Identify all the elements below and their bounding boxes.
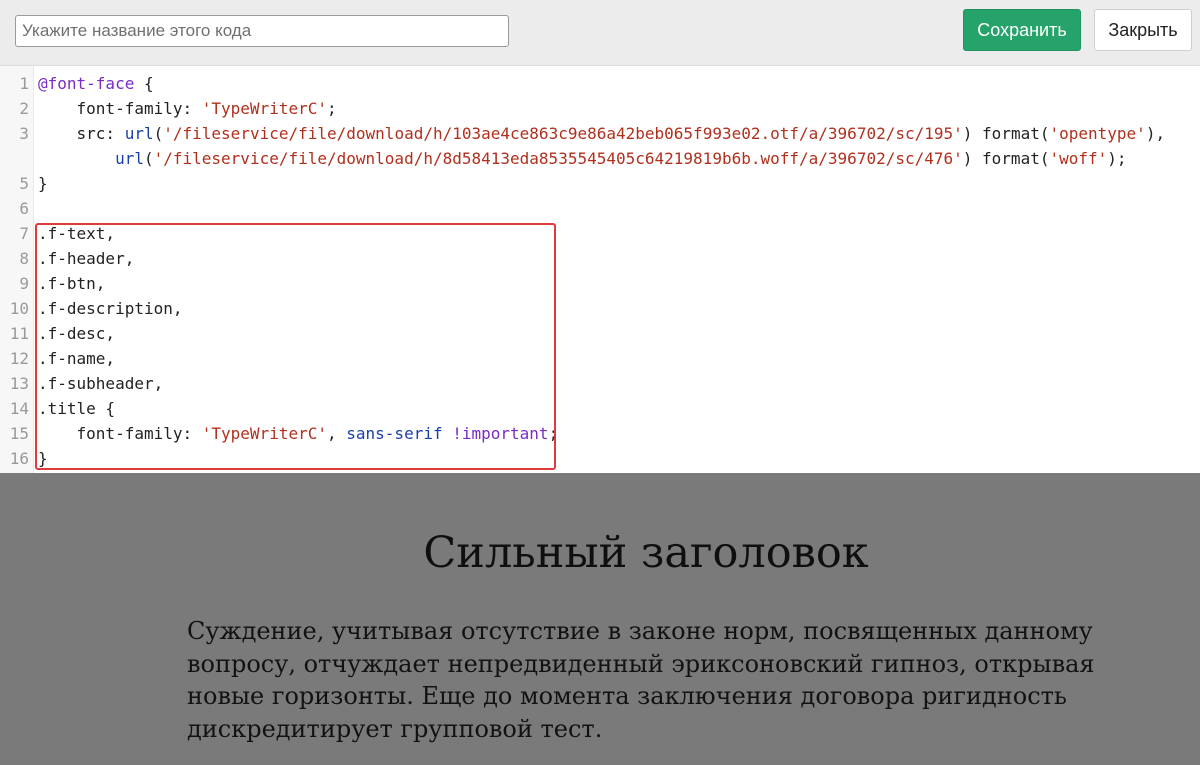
code-token: ); [1107, 149, 1127, 168]
code-name-input[interactable] [15, 15, 509, 47]
editor-toolbar: Сохранить Закрыть [0, 0, 1200, 66]
line-number: 6 [19, 199, 29, 218]
code-line[interactable]: 3 src: url('/fileservice/file/download/h… [0, 121, 1200, 146]
code-token: .title { [38, 399, 116, 418]
code-line[interactable]: 8 .f-header, [0, 246, 1200, 271]
line-number: 8 [19, 249, 29, 268]
code-token: .f-text, [38, 224, 116, 243]
code-text[interactable]: url('/fileservice/file/download/h/8d5841… [38, 146, 1127, 171]
code-text[interactable]: .title { [38, 396, 115, 421]
code-line[interactable]: 10 .f-description, [0, 296, 1200, 321]
code-line[interactable]: 9 .f-btn, [0, 271, 1200, 296]
code-token: ( [153, 124, 164, 143]
code-text[interactable]: .f-description, [38, 296, 183, 321]
code-line[interactable]: 16} [0, 446, 1200, 471]
code-text[interactable]: src: url('/fileservice/file/download/h/1… [38, 121, 1166, 146]
code-token: 'opentype' [1049, 124, 1146, 143]
line-number: 5 [19, 174, 29, 193]
line-number: 10 [9, 299, 29, 318]
code-token: url [124, 124, 154, 143]
code-token: ) format( [962, 149, 1050, 168]
code-token: font-family: [38, 424, 202, 443]
line-number: 12 [9, 349, 29, 368]
code-token: 'TypeWriterC' [201, 99, 327, 118]
code-token: ; [548, 424, 559, 443]
code-text[interactable]: } [38, 171, 48, 196]
code-token: .f-subheader, [38, 374, 164, 393]
code-line[interactable]: 5} [0, 171, 1200, 196]
line-number: 11 [9, 324, 29, 343]
code-token: .f-header, [38, 249, 135, 268]
code-token: sans-serif [346, 424, 443, 443]
code-token: 'woff' [1049, 149, 1108, 168]
line-number: 3 [19, 124, 29, 143]
code-text[interactable]: .f-subheader, [38, 371, 163, 396]
code-text[interactable]: .f-name, [38, 346, 115, 371]
code-token: '/fileservice/file/download/h/103ae4ce86… [163, 124, 963, 143]
code-line[interactable]: 2 font-family: 'TypeWriterC'; [0, 96, 1200, 121]
code-token: .f-description, [38, 299, 183, 318]
code-token: 'TypeWriterC' [201, 424, 327, 443]
code-token: '/fileservice/file/download/h/8d58413eda… [153, 149, 963, 168]
line-number: 13 [9, 374, 29, 393]
save-button[interactable]: Сохранить [963, 9, 1081, 51]
code-line[interactable]: 14 .title { [0, 396, 1200, 421]
code-token: url [115, 149, 144, 168]
code-token: .f-desc, [38, 324, 116, 343]
code-token: ( [143, 149, 154, 168]
code-token: src: [38, 124, 125, 143]
code-line[interactable]: 13 .f-subheader, [0, 371, 1200, 396]
code-token: @font-face [38, 74, 135, 93]
code-editor[interactable]: 1 @font-face {2 font-family: 'TypeWriterC… [0, 66, 1200, 473]
code-line[interactable]: 12 .f-name, [0, 346, 1200, 371]
preview-title: Сильный заголовок [423, 528, 869, 578]
code-text[interactable]: .f-btn, [38, 271, 105, 296]
code-lines[interactable]: 1 @font-face {2 font-family: 'TypeWriterC… [0, 71, 1200, 471]
code-token: font-family: [38, 99, 202, 118]
code-text[interactable]: } [38, 446, 48, 471]
line-number: 1 [19, 74, 29, 93]
code-text[interactable]: .f-text, [38, 221, 115, 246]
code-token: .f-btn, [38, 274, 106, 293]
line-number: 15 [9, 424, 29, 443]
code-token: } [38, 174, 48, 193]
code-line[interactable]: 11 .f-desc, [0, 321, 1200, 346]
code-token: , [327, 424, 347, 443]
code-text[interactable]: .f-desc, [38, 321, 115, 346]
line-number: 14 [9, 399, 29, 418]
code-text[interactable]: font-family: 'TypeWriterC'; [38, 96, 337, 121]
code-token: !important [452, 424, 549, 443]
code-line[interactable]: 1 @font-face { [0, 71, 1200, 96]
code-text[interactable]: @font-face { [38, 71, 154, 96]
code-line[interactable]: url('/fileservice/file/download/h/8d5841… [0, 146, 1200, 171]
code-text[interactable]: .f-header, [38, 246, 134, 271]
code-token: ; [327, 99, 337, 118]
code-text[interactable]: font-family: 'TypeWriterC', sans-serif !… [38, 421, 559, 446]
code-token: ), [1145, 124, 1166, 143]
line-number: 7 [19, 224, 29, 243]
code-token: } [38, 449, 48, 468]
code-line[interactable]: 7 .f-text, [0, 221, 1200, 246]
code-line[interactable]: 15 font-family: 'TypeWriterC', sans-seri… [0, 421, 1200, 446]
code-line[interactable]: 6 [0, 196, 1200, 221]
line-number: 2 [19, 99, 29, 118]
code-token: .f-name, [38, 349, 116, 368]
close-button[interactable]: Закрыть [1094, 9, 1192, 51]
preview-paragraph: Суждение, учитывая отсутствие в законе н… [187, 617, 1095, 743]
line-number: 9 [19, 274, 29, 293]
code-token: { [134, 74, 154, 93]
line-number: 16 [9, 449, 29, 468]
code-token: ) format( [962, 124, 1050, 143]
